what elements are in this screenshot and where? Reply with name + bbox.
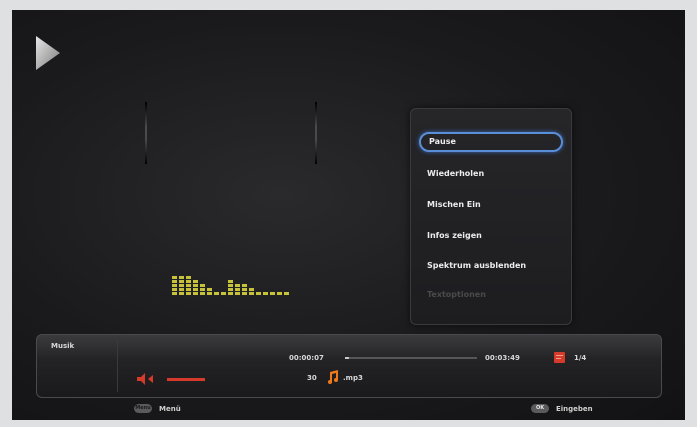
spectrum-bar — [172, 276, 177, 295]
menu-item-text-options: Textoptionen — [427, 290, 486, 299]
spectrum-bar — [228, 280, 233, 295]
spectrum-bar — [193, 280, 198, 295]
menu-item-repeat[interactable]: Wiederholen — [419, 164, 563, 184]
menu-label: Menü — [159, 405, 181, 413]
spectrum-bar — [235, 284, 240, 295]
spectrum-bar — [256, 292, 261, 295]
menu-item-hide-spectrum[interactable]: Spektrum ausblenden — [419, 256, 563, 276]
menu-item-shuffle[interactable]: Mischen Ein — [419, 195, 563, 215]
menu-item-pause[interactable]: Pause — [419, 132, 563, 152]
spectrum-bar — [200, 284, 205, 295]
ok-remote-button[interactable]: OK — [531, 404, 549, 413]
progress-bar[interactable] — [345, 357, 477, 359]
menu-remote-button[interactable]: Menu — [134, 404, 152, 413]
volume-value: 30 — [307, 374, 317, 382]
spectrum-bar — [277, 292, 282, 295]
spectrum-divider-right — [315, 102, 317, 164]
spectrum-bar — [263, 292, 268, 295]
spectrum-bar — [270, 292, 275, 295]
spectrum-bar — [284, 292, 289, 295]
spectrum-bar — [249, 288, 254, 295]
total-time: 00:03:49 — [485, 354, 520, 362]
menu-item-show-info[interactable]: Infos zeigen — [419, 226, 563, 246]
spectrum-bar — [214, 292, 219, 295]
spectrum-bar — [221, 292, 226, 295]
volume-bar[interactable] — [167, 378, 205, 381]
context-menu: Pause Wiederholen Mischen Ein Infos zeig… — [410, 108, 572, 325]
tv-screen: Pause Wiederholen Mischen Ein Infos zeig… — [12, 10, 685, 420]
spectrum-bar — [207, 288, 212, 295]
source-label: Musik — [51, 342, 75, 350]
ok-label: Eingeben — [556, 405, 593, 413]
file-extension: .mp3 — [343, 374, 363, 382]
spectrum-divider-left — [145, 102, 147, 164]
spectrum-bar — [179, 276, 184, 295]
playlist-icon — [554, 352, 565, 363]
spectrum-bar — [242, 284, 247, 295]
player-bar: Musik 00:00:07 00:03:49 1/4 30 .mp3 — [36, 334, 662, 398]
track-position: 1/4 — [574, 354, 587, 362]
speaker-icon[interactable] — [137, 373, 159, 385]
spectrum-bar — [186, 276, 191, 295]
progress-fill — [345, 357, 349, 359]
play-icon — [36, 36, 60, 70]
audio-spectrum — [172, 276, 289, 295]
music-note-icon — [328, 370, 338, 384]
elapsed-time: 00:00:07 — [289, 354, 324, 362]
